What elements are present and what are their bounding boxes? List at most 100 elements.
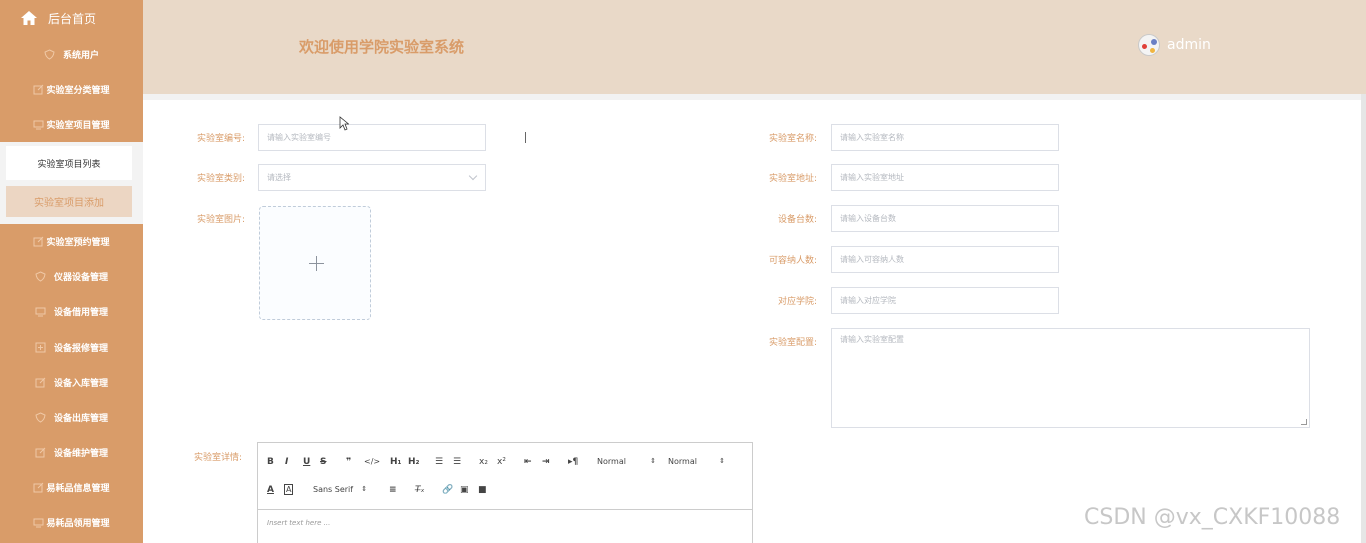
sidebar-item-equipment-repair[interactable]: 设备报修管理 <box>0 330 143 365</box>
header-1-icon[interactable]: H₁ <box>390 456 401 468</box>
device-count-placeholder: 请输入设备台数 <box>840 214 896 223</box>
sidebar-item-label: 仪器设备管理 <box>53 273 108 283</box>
submenu-item-label: 实验室项目添加 <box>34 198 104 209</box>
sidebar-item-equipment-inbound[interactable]: 设备入库管理 <box>0 365 143 400</box>
code-block-icon[interactable]: </> <box>364 456 380 468</box>
avatar-dot <box>1151 39 1157 45</box>
monitor-icon <box>33 120 44 130</box>
size-picker[interactable]: Normal ⇕ <box>668 457 725 466</box>
font-picker[interactable]: Sans Serif ⇕ <box>313 485 367 494</box>
device-count-label: 设备台数: <box>777 215 817 225</box>
mouse-cursor-icon <box>339 116 349 131</box>
text-direction-icon[interactable]: ▸¶ <box>568 456 578 468</box>
background-color-icon[interactable]: A <box>284 484 294 495</box>
config-textarea[interactable]: 请输入实验室配置 <box>831 328 1310 428</box>
home-icon <box>21 11 37 25</box>
device-count-input[interactable]: 请输入设备台数 <box>831 205 1059 232</box>
sidebar-item-lab-reservation[interactable]: 实验室预约管理 <box>0 224 143 259</box>
subscript-icon[interactable]: x₂ <box>479 456 488 468</box>
plus-icon <box>316 256 317 271</box>
lab-number-placeholder: 请输入实验室编号 <box>267 133 331 142</box>
strike-icon[interactable]: S <box>320 456 326 468</box>
chevron-down-icon: ⇕ <box>650 457 656 465</box>
college-input[interactable]: 请输入对应学院 <box>831 287 1059 314</box>
capacity-label: 可容纳人数: <box>768 256 817 266</box>
image-icon[interactable]: ▣ <box>460 484 469 496</box>
config-label: 实验室配置: <box>768 338 817 348</box>
edit-icon <box>33 236 44 247</box>
chevron-down-icon: ⇕ <box>361 485 368 493</box>
sidebar-item-consumables-info[interactable]: 易耗品信息管理 <box>0 470 143 505</box>
link-icon[interactable]: 🔗 <box>442 484 453 496</box>
lab-name-label: 实验室名称: <box>768 134 817 144</box>
lab-address-input[interactable]: 请输入实验室地址 <box>831 164 1059 191</box>
app-root: 后台首页 系统用户 实验室分类管理 实验室项目管理 实验室项目列表 实验室项目添… <box>0 0 1366 543</box>
sidebar-item-consumables-use[interactable]: 易耗品领用管理 <box>0 505 143 540</box>
lab-name-placeholder: 请输入实验室名称 <box>840 133 904 142</box>
rich-text-editor: B I U S ❞ </> H₁ H₂ ☰ ☰ x₂ x² ⇤ ⇥ ▸¶ Nor… <box>257 442 753 543</box>
lab-image-label: 实验室图片: <box>196 215 245 225</box>
lab-address-label: 实验室地址: <box>768 174 817 184</box>
edit-icon <box>33 482 44 493</box>
sidebar-item-label: 易耗品领用管理 <box>46 519 110 529</box>
video-icon[interactable]: ■ <box>478 484 487 496</box>
edit-icon <box>35 377 46 388</box>
sidebar-item-lab-category[interactable]: 实验室分类管理 <box>0 72 143 107</box>
chevron-down-icon <box>468 171 478 181</box>
edit-icon <box>35 447 46 458</box>
sidebar-item-equipment[interactable]: 仪器设备管理 <box>0 259 143 294</box>
plus-box-icon <box>35 342 46 353</box>
sidebar-item-equipment-maintenance[interactable]: 设备维护管理 <box>0 435 143 470</box>
ordered-list-icon[interactable]: ☰ <box>435 456 443 468</box>
resize-handle-icon[interactable] <box>1301 419 1307 425</box>
sidebar-item-system-users[interactable]: 系统用户 <box>0 37 143 72</box>
header-picker-value: Normal <box>597 457 626 466</box>
submenu-item-label: 实验室项目列表 <box>37 159 101 170</box>
capacity-input[interactable]: 请输入可容纳人数 <box>831 246 1059 273</box>
edit-icon <box>33 84 44 95</box>
header-2-icon[interactable]: H₂ <box>408 456 419 468</box>
shield-icon <box>35 412 46 423</box>
font-picker-value: Sans Serif <box>313 485 354 494</box>
sidebar: 后台首页 系统用户 实验室分类管理 实验室项目管理 实验室项目列表 实验室项目添… <box>0 0 143 543</box>
college-label: 对应学院: <box>777 297 817 307</box>
outdent-icon[interactable]: ⇤ <box>524 456 532 468</box>
header-picker[interactable]: Normal ⇕ <box>597 457 656 466</box>
sidebar-item-equipment-outbound[interactable]: 设备出库管理 <box>0 400 143 435</box>
image-upload-box[interactable] <box>259 206 371 320</box>
sidebar-item-label: 实验室预约管理 <box>46 238 110 248</box>
submenu-item-project-add[interactable]: 实验室项目添加 <box>6 186 132 217</box>
underline-icon[interactable]: U <box>303 456 310 468</box>
italic-icon[interactable]: I <box>285 456 288 468</box>
username-label[interactable]: admin <box>1167 37 1211 53</box>
indent-icon[interactable]: ⇥ <box>542 456 550 468</box>
font-color-icon[interactable]: A <box>267 484 274 496</box>
sidebar-item-label: 实验室分类管理 <box>46 86 110 96</box>
avatar-dot <box>1142 44 1147 49</box>
lab-category-label: 实验室类别: <box>196 174 245 184</box>
chevron-down-icon: ⇕ <box>719 457 725 465</box>
shield-icon <box>44 49 55 60</box>
editor-placeholder[interactable]: Insert text here ... <box>267 519 330 527</box>
top-header: 欢迎使用学院实验室系统 admin <box>143 0 1366 94</box>
clear-format-icon[interactable]: T̶ₓ <box>415 484 425 496</box>
lab-name-input[interactable]: 请输入实验室名称 <box>831 124 1059 151</box>
submenu-item-project-list[interactable]: 实验室项目列表 <box>6 146 132 180</box>
sidebar-home-link[interactable]: 后台首页 <box>0 0 143 36</box>
sidebar-home-label: 后台首页 <box>48 11 97 26</box>
scrollbar[interactable] <box>1361 94 1366 543</box>
lab-number-input[interactable]: 请输入实验室编号 <box>258 124 526 151</box>
align-icon[interactable]: ≡ <box>389 484 397 496</box>
avatar[interactable] <box>1138 34 1160 56</box>
lab-category-placeholder: 请选择 <box>267 173 291 182</box>
sidebar-item-label: 设备出库管理 <box>53 414 108 424</box>
config-placeholder: 请输入实验室配置 <box>840 335 904 344</box>
lab-category-select[interactable]: 请选择 <box>258 164 486 191</box>
sidebar-item-label: 实验室项目管理 <box>46 121 110 131</box>
sidebar-item-lab-project[interactable]: 实验室项目管理 <box>0 107 143 142</box>
bold-icon[interactable]: B <box>267 456 274 468</box>
superscript-icon[interactable]: x² <box>497 456 506 468</box>
blockquote-icon[interactable]: ❞ <box>346 456 351 468</box>
bullet-list-icon[interactable]: ☰ <box>453 456 461 468</box>
sidebar-item-equipment-borrow[interactable]: 设备借用管理 <box>0 294 143 329</box>
